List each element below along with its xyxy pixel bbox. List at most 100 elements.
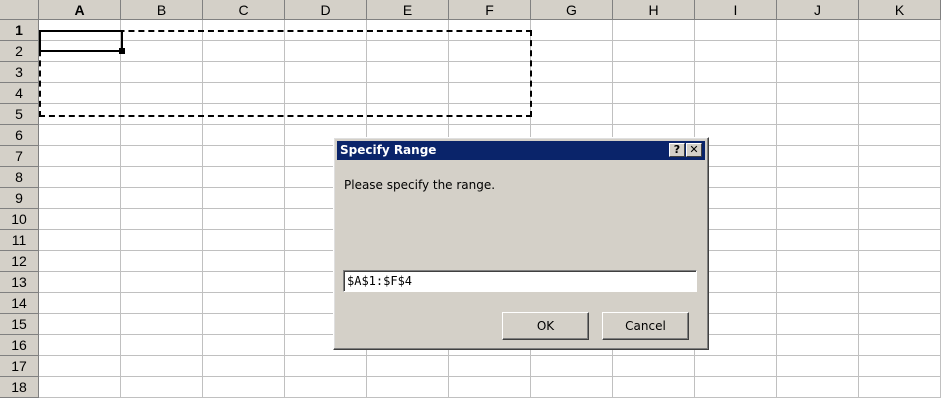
cell-b14[interactable] — [121, 293, 203, 314]
cell-f18[interactable] — [449, 377, 531, 398]
cell-k6[interactable] — [859, 125, 941, 146]
cell-j3[interactable] — [777, 62, 859, 83]
column-header-k[interactable]: K — [859, 0, 941, 20]
help-button[interactable]: ? — [669, 143, 685, 157]
cell-j16[interactable] — [777, 335, 859, 356]
select-all-corner[interactable] — [0, 0, 39, 20]
dialog-title-bar[interactable]: Specify Range ? ✕ — [337, 141, 705, 160]
cell-k15[interactable] — [859, 314, 941, 335]
column-header-c[interactable]: C — [203, 0, 285, 20]
cell-k10[interactable] — [859, 209, 941, 230]
cell-j8[interactable] — [777, 167, 859, 188]
cell-h2[interactable] — [613, 41, 695, 62]
cell-b11[interactable] — [121, 230, 203, 251]
cell-k16[interactable] — [859, 335, 941, 356]
row-header-17[interactable]: 17 — [0, 356, 39, 377]
cell-a11[interactable] — [39, 230, 121, 251]
cell-b8[interactable] — [121, 167, 203, 188]
cell-j6[interactable] — [777, 125, 859, 146]
cell-c13[interactable] — [203, 272, 285, 293]
cell-i2[interactable] — [695, 41, 777, 62]
cell-j1[interactable] — [777, 20, 859, 41]
cell-b16[interactable] — [121, 335, 203, 356]
cell-h3[interactable] — [613, 62, 695, 83]
cell-i1[interactable] — [695, 20, 777, 41]
cell-c16[interactable] — [203, 335, 285, 356]
cell-a13[interactable] — [39, 272, 121, 293]
cell-a12[interactable] — [39, 251, 121, 272]
cell-k14[interactable] — [859, 293, 941, 314]
row-header-3[interactable]: 3 — [0, 62, 39, 83]
cell-b10[interactable] — [121, 209, 203, 230]
cell-i3[interactable] — [695, 62, 777, 83]
cell-c6[interactable] — [203, 125, 285, 146]
cell-g4[interactable] — [531, 83, 613, 104]
cell-b6[interactable] — [121, 125, 203, 146]
cell-h18[interactable] — [613, 377, 695, 398]
cell-i5[interactable] — [695, 104, 777, 125]
cell-b18[interactable] — [121, 377, 203, 398]
cell-c11[interactable] — [203, 230, 285, 251]
row-header-9[interactable]: 9 — [0, 188, 39, 209]
cell-j18[interactable] — [777, 377, 859, 398]
cell-d17[interactable] — [285, 356, 367, 377]
row-header-15[interactable]: 15 — [0, 314, 39, 335]
cell-k11[interactable] — [859, 230, 941, 251]
row-header-4[interactable]: 4 — [0, 83, 39, 104]
column-header-i[interactable]: I — [695, 0, 777, 20]
cell-k17[interactable] — [859, 356, 941, 377]
cell-j9[interactable] — [777, 188, 859, 209]
cell-c14[interactable] — [203, 293, 285, 314]
cell-a18[interactable] — [39, 377, 121, 398]
cell-f17[interactable] — [449, 356, 531, 377]
row-header-12[interactable]: 12 — [0, 251, 39, 272]
cell-k18[interactable] — [859, 377, 941, 398]
cell-h4[interactable] — [613, 83, 695, 104]
cell-j13[interactable] — [777, 272, 859, 293]
cell-c17[interactable] — [203, 356, 285, 377]
close-button[interactable]: ✕ — [686, 143, 702, 157]
cell-a17[interactable] — [39, 356, 121, 377]
column-header-j[interactable]: J — [777, 0, 859, 20]
column-header-e[interactable]: E — [367, 0, 449, 20]
row-header-16[interactable]: 16 — [0, 335, 39, 356]
cell-c8[interactable] — [203, 167, 285, 188]
cell-b13[interactable] — [121, 272, 203, 293]
row-header-1[interactable]: 1 — [0, 20, 39, 41]
cell-j4[interactable] — [777, 83, 859, 104]
cell-j17[interactable] — [777, 356, 859, 377]
cell-j15[interactable] — [777, 314, 859, 335]
row-header-14[interactable]: 14 — [0, 293, 39, 314]
cell-k3[interactable] — [859, 62, 941, 83]
row-header-6[interactable]: 6 — [0, 125, 39, 146]
cell-b9[interactable] — [121, 188, 203, 209]
cell-b15[interactable] — [121, 314, 203, 335]
cell-h5[interactable] — [613, 104, 695, 125]
cell-c18[interactable] — [203, 377, 285, 398]
cell-j7[interactable] — [777, 146, 859, 167]
cell-g3[interactable] — [531, 62, 613, 83]
cell-k2[interactable] — [859, 41, 941, 62]
column-header-b[interactable]: B — [121, 0, 203, 20]
cell-j12[interactable] — [777, 251, 859, 272]
cell-c9[interactable] — [203, 188, 285, 209]
cell-g2[interactable] — [531, 41, 613, 62]
cell-c12[interactable] — [203, 251, 285, 272]
cell-c10[interactable] — [203, 209, 285, 230]
cell-a8[interactable] — [39, 167, 121, 188]
cell-k8[interactable] — [859, 167, 941, 188]
column-header-h[interactable]: H — [613, 0, 695, 20]
cell-b17[interactable] — [121, 356, 203, 377]
cell-b12[interactable] — [121, 251, 203, 272]
cell-c7[interactable] — [203, 146, 285, 167]
cell-a14[interactable] — [39, 293, 121, 314]
cell-k5[interactable] — [859, 104, 941, 125]
cell-a15[interactable] — [39, 314, 121, 335]
cell-c15[interactable] — [203, 314, 285, 335]
row-header-10[interactable]: 10 — [0, 209, 39, 230]
column-header-f[interactable]: F — [449, 0, 531, 20]
column-header-a[interactable]: A — [39, 0, 121, 20]
fill-handle[interactable] — [119, 48, 125, 54]
cell-i17[interactable] — [695, 356, 777, 377]
cell-a9[interactable] — [39, 188, 121, 209]
